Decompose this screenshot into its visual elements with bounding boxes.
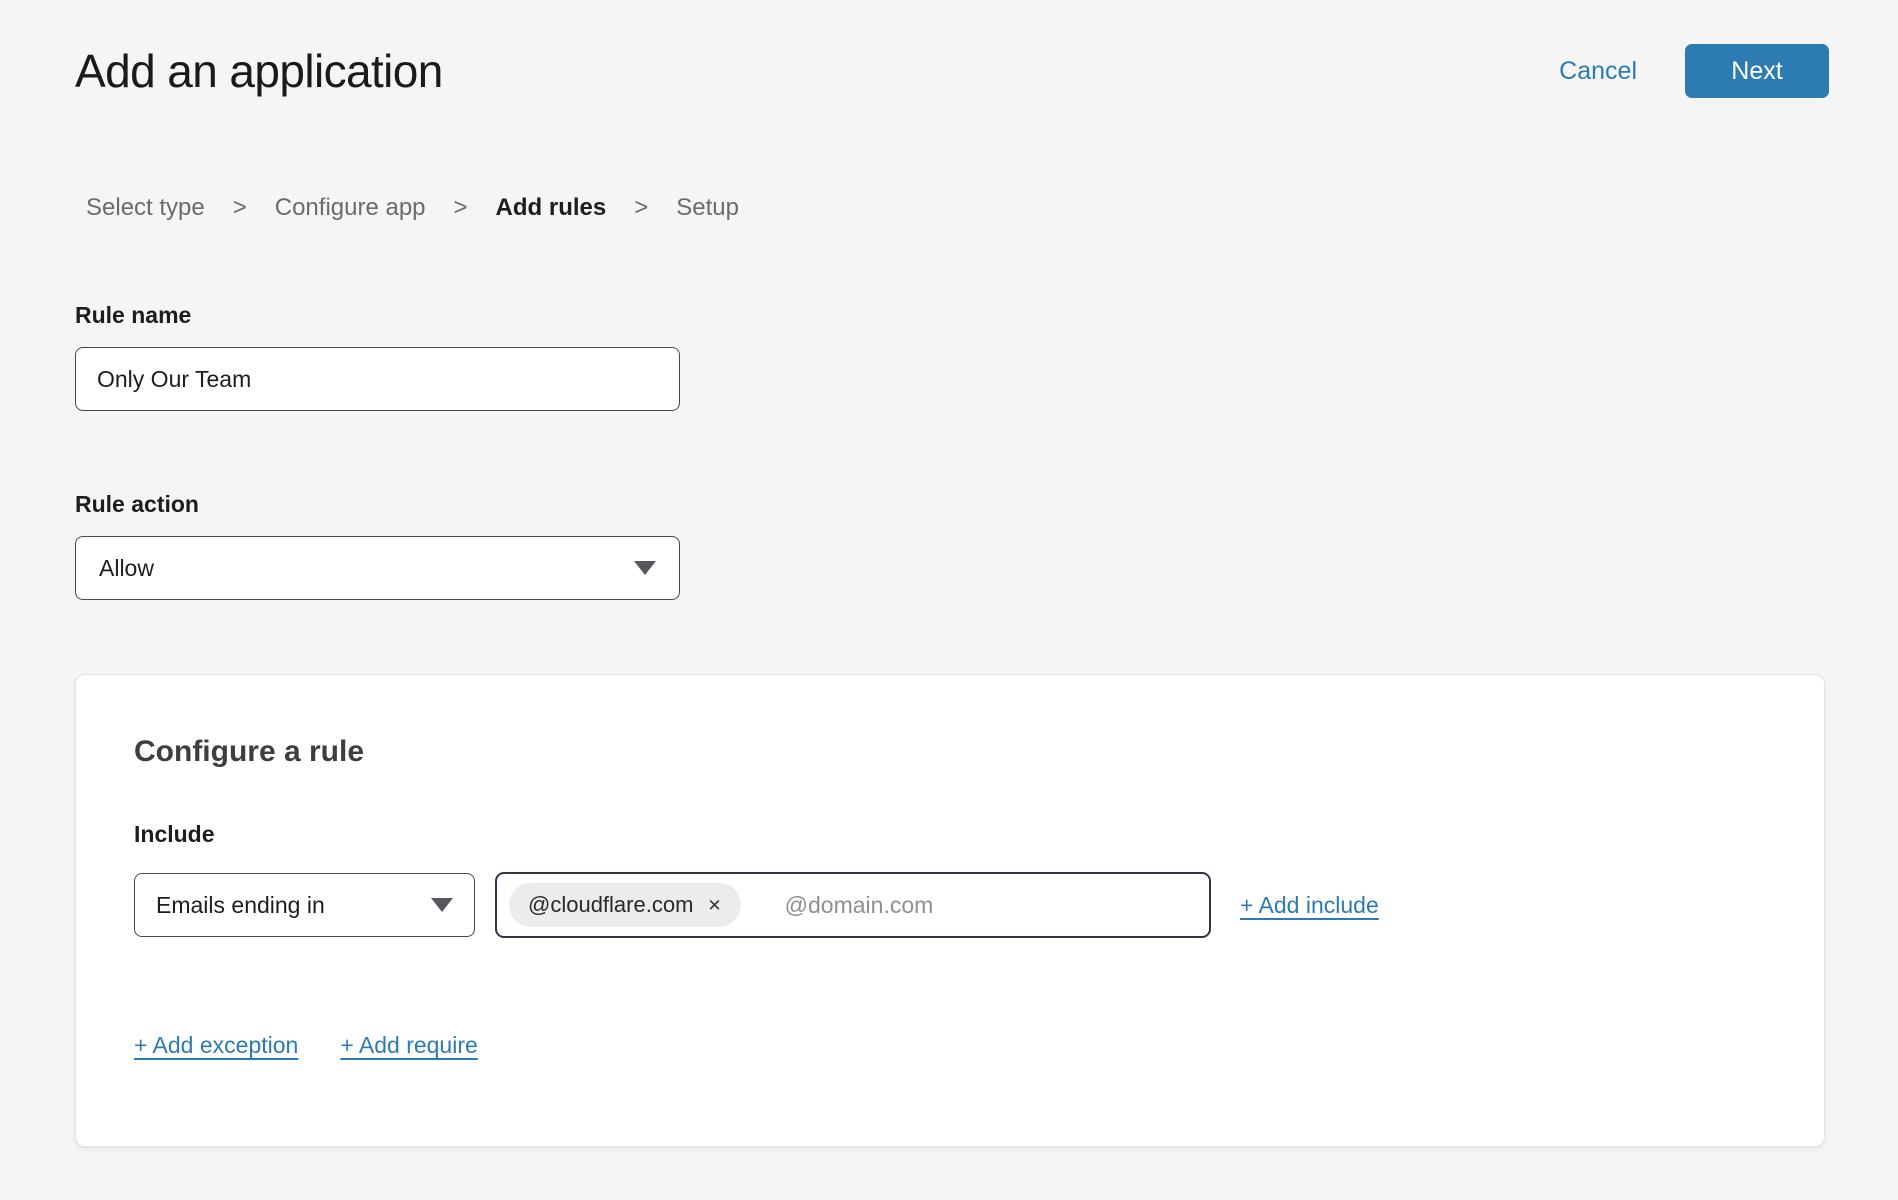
breadcrumb: Select type > Configure app > Add rules … (75, 194, 1829, 222)
chevron-down-icon (634, 561, 656, 575)
rule-name-input[interactable] (75, 347, 680, 411)
breadcrumb-separator: > (454, 194, 468, 222)
breadcrumb-step-select-type[interactable]: Select type (86, 194, 205, 222)
add-exception-link[interactable]: + Add exception (134, 1032, 298, 1059)
breadcrumb-step-setup[interactable]: Setup (676, 194, 739, 222)
breadcrumb-step-add-rules[interactable]: Add rules (496, 194, 607, 222)
breadcrumb-separator: > (634, 194, 648, 222)
add-include-link[interactable]: + Add include (1240, 892, 1379, 919)
add-application-page: Add an application Cancel Next Select ty… (0, 0, 1898, 1200)
page-title: Add an application (75, 44, 443, 98)
email-domain-chip: @cloudflare.com ✕ (509, 883, 741, 927)
rule-links-row: + Add exception + Add require (134, 1032, 1766, 1059)
header-actions: Cancel Next (1559, 44, 1829, 98)
include-selector-select[interactable]: Emails ending in (134, 873, 475, 937)
email-domain-text-input[interactable] (785, 892, 1197, 919)
breadcrumb-step-configure-app[interactable]: Configure app (275, 194, 426, 222)
page-header: Add an application Cancel Next (75, 44, 1829, 98)
email-domain-tag-input[interactable]: @cloudflare.com ✕ (495, 872, 1211, 938)
email-domain-chip-label: @cloudflare.com (528, 892, 693, 918)
rule-action-label: Rule action (75, 491, 1829, 518)
add-require-link[interactable]: + Add require (340, 1032, 477, 1059)
configure-rule-card: Configure a rule Include Emails ending i… (75, 674, 1825, 1147)
rule-action-select[interactable]: Allow (75, 536, 680, 600)
breadcrumb-separator: > (233, 194, 247, 222)
rule-action-value: Allow (99, 555, 154, 582)
page-content: Add an application Cancel Next Select ty… (0, 0, 1898, 1147)
rule-name-label: Rule name (75, 302, 1829, 329)
include-label: Include (134, 821, 1766, 848)
configure-rule-title: Configure a rule (134, 735, 1766, 769)
cancel-button[interactable]: Cancel (1559, 57, 1637, 86)
next-button[interactable]: Next (1685, 44, 1829, 98)
remove-tag-icon[interactable]: ✕ (707, 897, 721, 914)
include-selector-value: Emails ending in (156, 892, 325, 919)
chevron-down-icon (431, 898, 453, 912)
include-rule-row: Emails ending in @cloudflare.com ✕ + Add… (134, 872, 1766, 938)
